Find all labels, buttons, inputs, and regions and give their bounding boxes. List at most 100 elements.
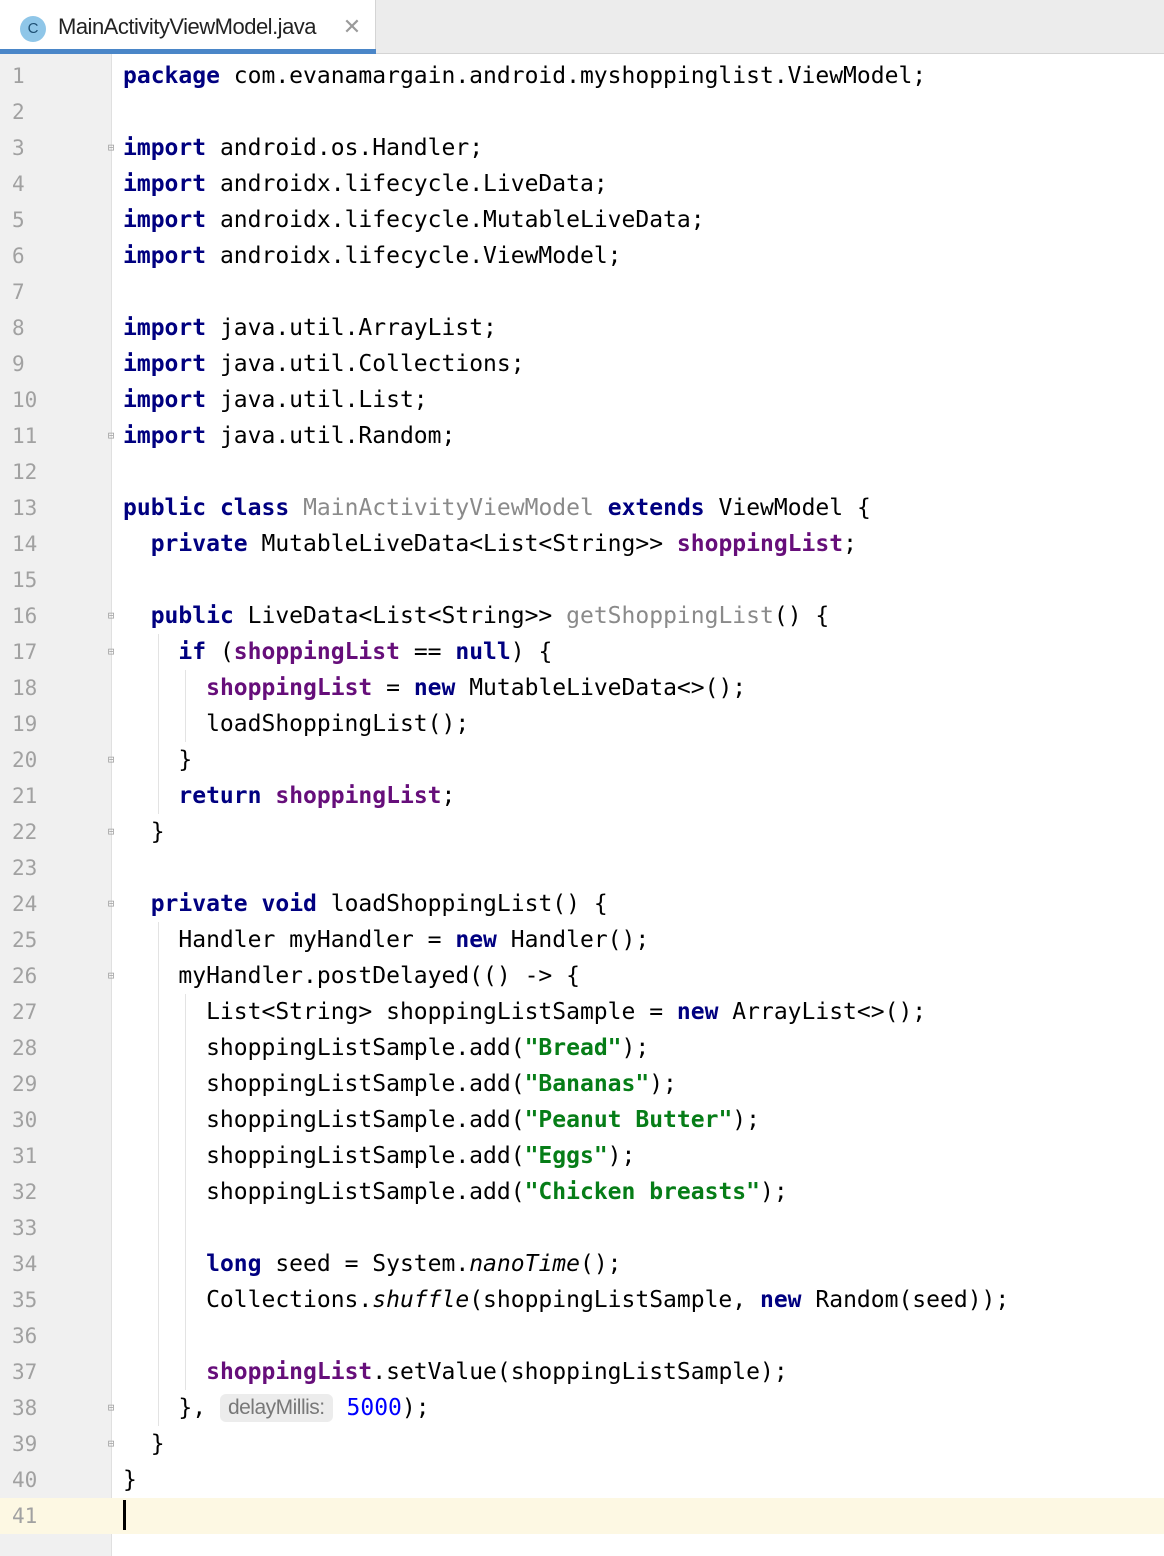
code-text: shoppingListSample.add("Chicken breasts"… — [123, 1174, 788, 1210]
line-number: 2 — [12, 100, 25, 124]
code-token: androidx.lifecycle.MutableLiveData; — [206, 207, 705, 233]
code-line[interactable]: 5 import androidx.lifecycle.MutableLiveDa… — [0, 202, 1164, 238]
code-line[interactable]: 27 List<String> shoppingListSample = new… — [0, 994, 1164, 1030]
code-editor[interactable]: 1 package com.evanamargain.android.myshop… — [0, 58, 1164, 1548]
line-number: 38 — [12, 1396, 38, 1420]
fold-end-icon[interactable]: ⊟ — [104, 430, 118, 442]
code-line[interactable]: 30 shoppingListSample.add("Peanut Butter… — [0, 1102, 1164, 1138]
line-number: 28 — [12, 1036, 38, 1060]
line-number: 4 — [12, 172, 25, 196]
code-token: shoppingList — [206, 1359, 373, 1385]
code-line[interactable]: 1 package com.evanamargain.android.myshop… — [0, 58, 1164, 94]
code-line[interactable]: 9 import java.util.Collections; — [0, 346, 1164, 382]
code-line[interactable]: 8 import java.util.ArrayList; — [0, 310, 1164, 346]
fold-end-icon[interactable]: ⊟ — [104, 1438, 118, 1450]
code-token: shoppingListSample.add( — [123, 1179, 525, 1205]
tab-main-activity-view-model[interactable]: C MainActivityViewModel.java ✕ — [0, 0, 376, 54]
fold-start-icon[interactable]: ⊟ — [104, 646, 118, 658]
code-line[interactable]: 35 Collections.shuffle(shoppingListSampl… — [0, 1282, 1164, 1318]
code-line[interactable]: 33 — [0, 1210, 1164, 1246]
line-number: 33 — [12, 1216, 38, 1240]
code-line[interactable]: 24 ⊟ private void loadShoppingList() { — [0, 886, 1164, 922]
code-line[interactable]: 41 — [0, 1498, 1164, 1534]
fold-end-icon[interactable]: ⊟ — [104, 754, 118, 766]
code-token: } — [123, 819, 165, 845]
code-line[interactable]: 6 import androidx.lifecycle.ViewModel; — [0, 238, 1164, 274]
indent-guide — [158, 1318, 159, 1354]
code-line[interactable]: 18 shoppingList = new MutableLiveData<>(… — [0, 670, 1164, 706]
code-token: MainActivityViewModel — [303, 495, 594, 521]
code-line[interactable]: 7 — [0, 274, 1164, 310]
fold-start-icon[interactable]: ⊟ — [104, 142, 118, 154]
code-text: } — [123, 1462, 137, 1498]
code-token: java.util.List; — [206, 387, 428, 413]
code-token: ( — [206, 639, 234, 665]
code-line[interactable]: 38 ⊟ }, delayMillis: 5000); — [0, 1390, 1164, 1426]
fold-start-icon[interactable]: ⊟ — [104, 898, 118, 910]
code-line[interactable]: 26 ⊟ myHandler.postDelayed(() -> { — [0, 958, 1164, 994]
code-line[interactable]: 2 — [0, 94, 1164, 130]
code-line[interactable]: 34 long seed = System.nanoTime(); — [0, 1246, 1164, 1282]
line-number: 35 — [12, 1288, 38, 1312]
code-line[interactable]: 31 shoppingListSample.add("Eggs"); — [0, 1138, 1164, 1174]
code-text: }, delayMillis: 5000); — [123, 1390, 430, 1426]
code-line[interactable]: 28 shoppingListSample.add("Bread"); — [0, 1030, 1164, 1066]
code-token: }, — [123, 1395, 220, 1421]
line-number: 29 — [12, 1072, 38, 1096]
indent-guide — [185, 1318, 186, 1354]
indent-guide — [185, 1210, 186, 1246]
code-token: import — [123, 243, 207, 269]
code-line[interactable]: 20 ⊟ } — [0, 742, 1164, 778]
code-token: (); — [579, 1251, 622, 1277]
code-text: shoppingListSample.add("Bananas"); — [123, 1066, 677, 1102]
code-line[interactable]: 40} — [0, 1462, 1164, 1498]
code-text: Collections.shuffle(shoppingListSample, … — [123, 1282, 1009, 1318]
code-line[interactable]: 37 shoppingList.setValue(shoppingListSam… — [0, 1354, 1164, 1390]
code-line[interactable]: 15 — [0, 562, 1164, 598]
code-line[interactable]: 13 public class MainActivityViewModel ext… — [0, 490, 1164, 526]
code-text: } — [123, 814, 165, 850]
code-line[interactable]: 19 loadShoppingList(); — [0, 706, 1164, 742]
code-token: Handler(); — [496, 927, 650, 953]
fold-end-icon[interactable]: ⊟ — [104, 1402, 118, 1414]
code-line[interactable]: 16 ⊟ public LiveData<List<String>> getSho… — [0, 598, 1164, 634]
code-line[interactable]: 25 Handler myHandler = new Handler(); — [0, 922, 1164, 958]
fold-start-icon[interactable]: ⊟ — [104, 610, 118, 622]
code-line[interactable]: 21 return shoppingList; — [0, 778, 1164, 814]
code-token: } — [123, 1431, 165, 1457]
code-line[interactable]: 10 import java.util.List; — [0, 382, 1164, 418]
fold-end-icon[interactable]: ⊟ — [104, 826, 118, 838]
code-line[interactable]: 11 ⊟ import java.util.Random; — [0, 418, 1164, 454]
code-line[interactable]: 4 import androidx.lifecycle.LiveData; — [0, 166, 1164, 202]
code-text: } — [123, 1426, 165, 1462]
code-line[interactable]: 39 ⊟ } — [0, 1426, 1164, 1462]
code-line[interactable]: 22 ⊟ } — [0, 814, 1164, 850]
code-text: List<String> shoppingListSample = new Ar… — [123, 994, 926, 1030]
code-line[interactable]: 3 ⊟ import android.os.Handler; — [0, 130, 1164, 166]
code-text: private MutableLiveData<List<String>> sh… — [123, 526, 857, 562]
line-number: 10 — [12, 388, 38, 412]
code-token: ); — [621, 1035, 650, 1061]
code-text: shoppingListSample.add("Eggs"); — [123, 1138, 635, 1174]
code-token: ); — [607, 1143, 636, 1169]
close-icon[interactable]: ✕ — [340, 13, 364, 41]
code-token: ); — [732, 1107, 760, 1133]
line-number: 15 — [12, 568, 38, 592]
code-line[interactable]: 12 — [0, 454, 1164, 490]
code-token: .setValue(shoppingListSample); — [372, 1359, 788, 1385]
code-line[interactable]: 32 shoppingListSample.add("Chicken breas… — [0, 1174, 1164, 1210]
code-text: shoppingList.setValue(shoppingListSample… — [123, 1354, 788, 1390]
code-text: shoppingList = new MutableLiveData<>(); — [123, 670, 746, 706]
line-number: 16 — [12, 604, 38, 628]
code-token: ); — [401, 1395, 430, 1421]
code-line[interactable]: 14 private MutableLiveData<List<String>>… — [0, 526, 1164, 562]
code-token: ); — [649, 1071, 677, 1097]
code-line[interactable]: 29 shoppingListSample.add("Bananas"); — [0, 1066, 1164, 1102]
code-token: new — [759, 1287, 802, 1313]
code-token: java.util.ArrayList; — [206, 315, 497, 341]
fold-start-icon[interactable]: ⊟ — [104, 970, 118, 982]
code-line[interactable]: 23 — [0, 850, 1164, 886]
code-line[interactable]: 36 — [0, 1318, 1164, 1354]
code-line[interactable]: 17 ⊟ if (shoppingList == null) { — [0, 634, 1164, 670]
